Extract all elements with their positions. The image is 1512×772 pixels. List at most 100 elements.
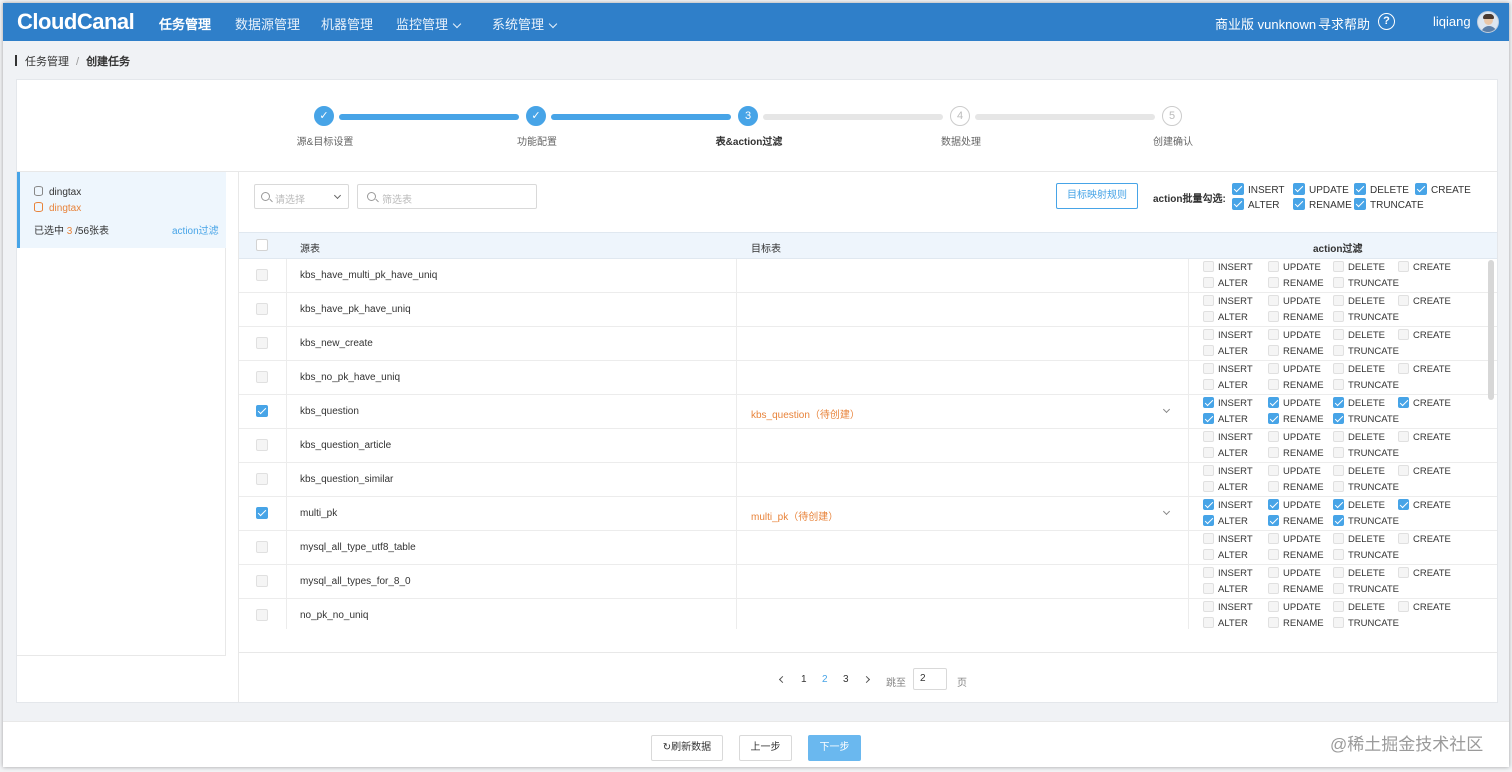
row-action-option[interactable]: CREATE <box>1398 533 1451 545</box>
checkbox[interactable] <box>1268 465 1279 476</box>
checkbox[interactable] <box>1268 311 1279 322</box>
checkbox[interactable] <box>1268 277 1279 288</box>
row-action-option[interactable]: ALTER <box>1203 549 1248 561</box>
row-action-option[interactable]: ALTER <box>1203 413 1248 425</box>
row-action-option[interactable]: UPDATE <box>1268 601 1321 613</box>
checkbox[interactable] <box>1268 431 1279 442</box>
next-step-button[interactable]: 下一步 <box>808 735 861 761</box>
row-checkbox[interactable] <box>256 609 268 621</box>
row-action-option[interactable]: ALTER <box>1203 481 1248 493</box>
row-action-option[interactable]: INSERT <box>1203 431 1253 443</box>
checkbox[interactable] <box>1415 183 1427 195</box>
checkbox[interactable] <box>1398 533 1409 544</box>
row-checkbox[interactable] <box>256 439 268 451</box>
row-action-option[interactable]: CREATE <box>1398 363 1451 375</box>
row-action-option[interactable]: RENAME <box>1268 413 1324 425</box>
row-action-option[interactable]: CREATE <box>1398 431 1451 443</box>
row-action-option[interactable]: UPDATE <box>1268 329 1321 341</box>
checkbox[interactable] <box>1203 499 1214 510</box>
checkbox[interactable] <box>1333 515 1344 526</box>
row-action-option[interactable]: DELETE <box>1333 261 1385 273</box>
checkbox[interactable] <box>1268 413 1279 424</box>
checkbox[interactable] <box>1203 567 1214 578</box>
checkbox[interactable] <box>1268 261 1279 272</box>
row-action-option[interactable]: RENAME <box>1268 379 1324 391</box>
checkbox[interactable] <box>1398 295 1409 306</box>
row-action-option[interactable]: UPDATE <box>1268 499 1321 511</box>
row-action-option[interactable]: TRUNCATE <box>1333 413 1399 425</box>
batch-truncate[interactable]: TRUNCATE <box>1354 198 1424 211</box>
row-action-option[interactable]: INSERT <box>1203 533 1253 545</box>
table-scrollbar[interactable] <box>1488 260 1494 400</box>
target-mapping-rule-button[interactable]: 目标映射规则 <box>1056 183 1138 209</box>
checkbox[interactable] <box>1398 363 1409 374</box>
row-action-option[interactable]: CREATE <box>1398 499 1451 511</box>
row-checkbox[interactable] <box>256 507 268 519</box>
next-page-icon[interactable] <box>862 675 871 684</box>
row-action-option[interactable]: TRUNCATE <box>1333 277 1399 289</box>
checkbox[interactable] <box>1333 549 1344 560</box>
checkbox[interactable] <box>1268 481 1279 492</box>
checkbox[interactable] <box>1333 481 1344 492</box>
row-action-option[interactable]: TRUNCATE <box>1333 311 1399 323</box>
checkbox[interactable] <box>1203 617 1214 628</box>
checkbox[interactable] <box>1398 465 1409 476</box>
page-3[interactable]: 3 <box>843 674 849 685</box>
chevron-down-icon[interactable] <box>1162 405 1171 414</box>
checkbox[interactable] <box>1293 198 1305 210</box>
checkbox[interactable] <box>1333 465 1344 476</box>
row-action-option[interactable]: TRUNCATE <box>1333 379 1399 391</box>
checkbox[interactable] <box>1268 329 1279 340</box>
row-action-option[interactable]: RENAME <box>1268 447 1324 459</box>
row-action-option[interactable]: INSERT <box>1203 295 1253 307</box>
checkbox[interactable] <box>1333 397 1344 408</box>
row-action-option[interactable]: CREATE <box>1398 601 1451 613</box>
checkbox[interactable] <box>1333 363 1344 374</box>
target-table-name[interactable]: kbs_question（待创建） <box>751 406 860 421</box>
question-icon[interactable]: ? <box>1378 13 1395 30</box>
row-action-option[interactable]: DELETE <box>1333 499 1385 511</box>
checkbox[interactable] <box>1333 567 1344 578</box>
row-checkbox[interactable] <box>256 473 268 485</box>
checkbox[interactable] <box>1203 363 1214 374</box>
batch-rename[interactable]: RENAME <box>1293 198 1352 211</box>
help-link[interactable]: 寻求帮助 <box>1318 14 1370 33</box>
row-action-option[interactable]: UPDATE <box>1268 261 1321 273</box>
row-action-option[interactable]: UPDATE <box>1268 567 1321 579</box>
row-action-option[interactable]: DELETE <box>1333 567 1385 579</box>
row-action-option[interactable]: CREATE <box>1398 397 1451 409</box>
checkbox[interactable] <box>1203 481 1214 492</box>
row-checkbox[interactable] <box>256 575 268 587</box>
row-action-option[interactable]: DELETE <box>1333 601 1385 613</box>
row-action-option[interactable]: INSERT <box>1203 499 1253 511</box>
row-action-option[interactable]: CREATE <box>1398 567 1451 579</box>
checkbox[interactable] <box>1333 431 1344 442</box>
row-checkbox[interactable] <box>256 269 268 281</box>
row-action-option[interactable]: ALTER <box>1203 311 1248 323</box>
checkbox[interactable] <box>1398 397 1409 408</box>
row-action-option[interactable]: DELETE <box>1333 533 1385 545</box>
nav-system-management[interactable]: 系统管理 <box>492 14 558 33</box>
row-action-option[interactable]: CREATE <box>1398 465 1451 477</box>
row-action-option[interactable]: INSERT <box>1203 601 1253 613</box>
checkbox[interactable] <box>1333 345 1344 356</box>
row-action-option[interactable]: ALTER <box>1203 515 1248 527</box>
row-checkbox[interactable] <box>256 405 268 417</box>
row-checkbox[interactable] <box>256 337 268 349</box>
row-action-option[interactable]: ALTER <box>1203 277 1248 289</box>
checkbox[interactable] <box>1333 617 1344 628</box>
row-action-option[interactable]: ALTER <box>1203 379 1248 391</box>
checkbox[interactable] <box>1398 567 1409 578</box>
checkbox[interactable] <box>1333 379 1344 390</box>
checkbox[interactable] <box>1268 549 1279 560</box>
batch-create[interactable]: CREATE <box>1415 183 1471 196</box>
row-checkbox[interactable] <box>256 371 268 383</box>
row-action-option[interactable]: TRUNCATE <box>1333 345 1399 357</box>
checkbox[interactable] <box>1354 198 1366 210</box>
row-action-option[interactable]: UPDATE <box>1268 465 1321 477</box>
checkbox[interactable] <box>1268 345 1279 356</box>
prev-step-button[interactable]: 上一步 <box>739 735 792 761</box>
checkbox[interactable] <box>1398 499 1409 510</box>
nav-task-management[interactable]: 任务管理 <box>159 14 211 33</box>
row-action-option[interactable]: TRUNCATE <box>1333 617 1399 629</box>
